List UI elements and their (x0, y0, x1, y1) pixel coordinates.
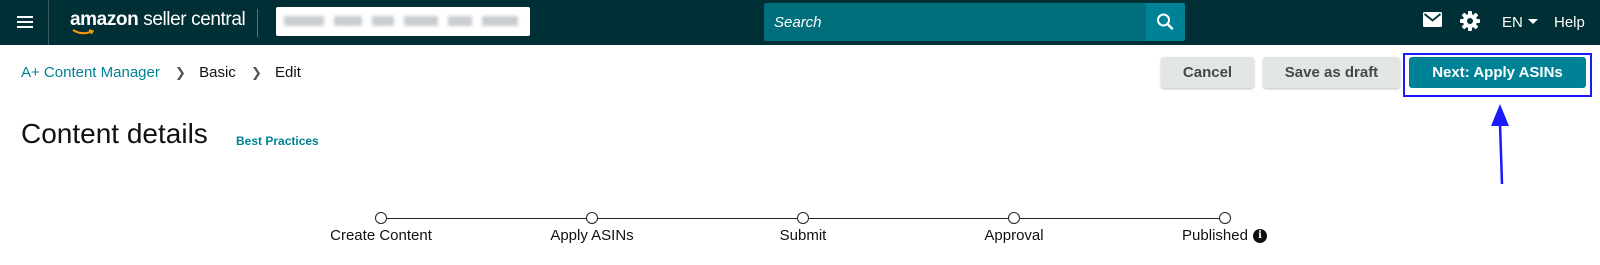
save-as-draft-button[interactable]: Save as draft (1263, 57, 1400, 88)
breadcrumb-edit: Edit (275, 64, 301, 81)
search-icon (1157, 13, 1174, 30)
step-label-submit: Submit (779, 227, 827, 244)
account-switcher[interactable] (276, 7, 530, 36)
help-link[interactable]: Help (1554, 14, 1585, 31)
search-bar (764, 3, 1185, 41)
breadcrumb-content-manager[interactable]: A+ Content Manager (21, 64, 160, 81)
search-input[interactable] (764, 3, 1146, 41)
step-label-published: Published (1182, 227, 1248, 244)
breadcrumb-basic: Basic (199, 64, 236, 81)
language-selector[interactable]: EN (1502, 14, 1538, 31)
page-title: Content details (21, 118, 208, 149)
search-button[interactable] (1146, 3, 1185, 41)
logo-text-regular: seller central (138, 9, 246, 30)
caret-down-icon (1527, 19, 1538, 24)
pointer-arrow-icon (1491, 104, 1509, 185)
amazon-smile-icon (72, 29, 94, 35)
gear-icon[interactable] (1460, 11, 1480, 31)
language-label: EN (1502, 14, 1523, 31)
logo-text-bold: amazon (70, 9, 139, 30)
step-label-create-content: Create Content (330, 227, 432, 244)
step-dot-published (1219, 212, 1231, 224)
cancel-button[interactable]: Cancel (1161, 57, 1254, 88)
info-icon[interactable]: i (1253, 229, 1267, 243)
best-practices-link[interactable]: Best Practices (236, 134, 319, 148)
step-dot-apply-asins (586, 212, 598, 224)
chevron-right-icon: ❯ (250, 65, 262, 80)
breadcrumb: A+ Content Manager ❯ Basic ❯ Edit (21, 64, 301, 81)
hamburger-menu-icon[interactable] (0, 0, 49, 45)
step-dot-approval (1008, 212, 1020, 224)
seller-central-logo[interactable]: amazon seller central (70, 9, 246, 36)
step-label-apply-asins: Apply ASINs (550, 227, 634, 244)
next-apply-asins-button[interactable]: Next: Apply ASINs (1409, 57, 1586, 88)
step-label-approval: Approval (984, 227, 1044, 244)
mail-icon[interactable] (1423, 12, 1442, 27)
step-dot-submit (797, 212, 809, 224)
step-dot-create-content (375, 212, 387, 224)
top-nav-bar: amazon seller central Search EN Help (0, 0, 1600, 45)
chevron-right-icon: ❯ (175, 65, 186, 80)
header-divider (257, 9, 258, 37)
